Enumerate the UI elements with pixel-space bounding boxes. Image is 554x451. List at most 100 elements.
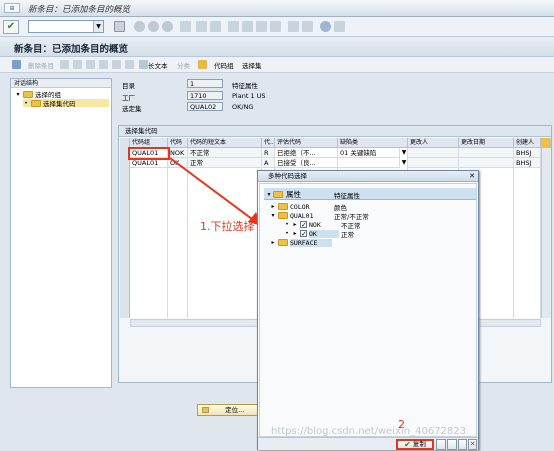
directory-field: 1 — [187, 79, 223, 88]
watermark: https://blog.csdn.net/weixin_40672823 — [271, 426, 467, 437]
tree-node-qual01[interactable]: ▾ QUAL01 正常/不正常 — [270, 211, 470, 221]
select-block-icon[interactable] — [112, 60, 121, 69]
annotation-step1: 1.下拉选择 — [200, 220, 255, 233]
ok-checkbox[interactable]: ✓ — [300, 230, 307, 238]
table-vertical-scrollbar[interactable] — [541, 148, 551, 318]
edit-icon[interactable] — [12, 60, 21, 69]
help-icon[interactable] — [320, 21, 331, 32]
tree-node-color[interactable]: ▸ COLOR 颜色 — [270, 202, 470, 212]
long-text-button[interactable]: 长文本 — [148, 60, 168, 70]
expand-icon[interactable]: ▾ — [270, 212, 276, 219]
nav-item-label: 选择集代码 — [43, 100, 76, 108]
table-column — [514, 148, 541, 318]
column-header[interactable]: 代码 — [168, 138, 188, 148]
table-title: 选择集代码 — [119, 126, 551, 137]
code-group-icon[interactable] — [198, 60, 207, 69]
nav-item-select-set-codes[interactable]: • 选择集代码 — [23, 99, 109, 108]
column-header[interactable]: 代... — [262, 138, 275, 148]
column-header[interactable]: 代码的短文本 — [188, 138, 262, 148]
directory-desc: 特征属性 — [232, 82, 258, 90]
folder-icon — [31, 99, 41, 107]
copy-button[interactable]: ✔ 复制 — [396, 439, 434, 450]
tree-node-code: COLOR — [290, 202, 310, 211]
select-set-button[interactable]: 选择集 — [242, 60, 262, 70]
expand-icon[interactable]: ▾ — [15, 91, 21, 98]
multiple-code-selection-dialog: 多种代码选择 ✕ ▾ 属性 特征属性 ▸ COLOR 颜色 ▾ QUAL01 正… — [257, 170, 479, 450]
table-cell — [459, 148, 514, 158]
select-all-icon[interactable] — [99, 60, 108, 69]
close-icon[interactable]: ✕ — [469, 171, 475, 182]
save-icon[interactable] — [114, 21, 125, 32]
directory-label: 目录 — [122, 82, 135, 90]
chevron-down-icon[interactable]: ▼ — [400, 149, 408, 157]
collapsed-icon[interactable]: ▸ — [270, 203, 276, 210]
table-cell[interactable]: 已拒绝（不... — [275, 148, 338, 158]
table-cell[interactable] — [338, 158, 400, 168]
chevron-down-icon[interactable]: ▼ — [93, 21, 103, 32]
tree-node-code: OK — [309, 229, 339, 238]
deselect-all-icon[interactable] — [447, 439, 457, 450]
row-selector-column[interactable] — [120, 138, 130, 318]
copy-button-label: 复制 — [412, 440, 426, 448]
position-button-label: 定位... — [225, 406, 245, 414]
column-header[interactable]: 创建人 — [514, 138, 541, 148]
first-page-icon[interactable] — [228, 21, 239, 32]
folder-icon — [278, 239, 288, 246]
dialog-tree-area: ▾ 属性 特征属性 ▸ COLOR 颜色 ▾ QUAL01 正常/不正常 • ▸… — [259, 183, 477, 437]
enter-button[interactable]: ✔ — [3, 20, 19, 34]
exit-icon[interactable] — [148, 21, 159, 32]
chevron-down-icon[interactable]: ▼ — [400, 159, 408, 167]
new-session-icon[interactable] — [288, 21, 299, 32]
dialog-titlebar: 多种代码选择 ✕ — [258, 171, 478, 182]
collapsed-icon[interactable]: ▸ — [292, 230, 298, 237]
window-title: 新条目：已添加条目的概览 — [28, 5, 131, 15]
table-settings-icon[interactable] — [541, 138, 551, 148]
plant-desc: Plant 1 US — [232, 92, 266, 100]
collapsed-icon[interactable]: ▸ — [270, 239, 276, 246]
cancel-icon[interactable]: ✕ — [468, 439, 477, 450]
next-page-icon[interactable] — [256, 21, 267, 32]
selected-set-desc: OK/NG — [232, 103, 254, 111]
select-all-icon[interactable] — [436, 439, 446, 450]
table-cell: BHSJ — [514, 158, 541, 168]
print-icon[interactable] — [180, 21, 191, 32]
find-icon[interactable] — [196, 21, 207, 32]
copy-icon[interactable] — [60, 60, 69, 69]
bullet-icon: • — [285, 230, 289, 237]
column-header[interactable]: 更改人 — [408, 138, 459, 148]
back-icon[interactable] — [134, 21, 145, 32]
delete-icon[interactable] — [73, 60, 82, 69]
tree-node-code: QUAL01 — [290, 211, 314, 220]
collapsed-icon[interactable]: ▸ — [292, 221, 298, 228]
expand-all-icon[interactable] — [458, 439, 467, 450]
prev-page-icon[interactable] — [242, 21, 253, 32]
tree-node-nok[interactable]: • ▸ ✓ NOK 不正常 — [284, 220, 470, 230]
shortcut-icon[interactable] — [302, 21, 313, 32]
expand-icon[interactable]: ▾ — [266, 191, 272, 198]
dialog-footer: ✔ 复制 ✕ — [258, 437, 478, 450]
category-button[interactable]: 分类 — [177, 60, 190, 70]
table-cell[interactable]: 已接受（良... — [275, 158, 338, 168]
undo-icon[interactable] — [86, 60, 95, 69]
command-field[interactable]: ▼ — [28, 20, 104, 33]
nav-item-selected-groups[interactable]: ▾ 选择的组 — [15, 90, 61, 99]
application-toolbar: 删除条目 长文本 分类 代码组 选择集 — [0, 57, 554, 73]
tree-node-ok[interactable]: • ▸ ✓ OK 正常 — [284, 229, 470, 239]
nok-checkbox[interactable]: ✓ — [300, 221, 307, 229]
table-cell — [408, 158, 459, 168]
layout-icon[interactable] — [334, 21, 345, 32]
column-header[interactable]: 缺陷类 — [338, 138, 408, 148]
column-header[interactable]: 评估代码 — [275, 138, 338, 148]
column-header[interactable]: 更改日期 — [459, 138, 514, 148]
tree-node-surface[interactable]: ▸ SURFACE — [270, 238, 470, 247]
table-cell[interactable]: 01 关键缺陷 — [338, 148, 400, 158]
selected-set-field: QUAL02 — [187, 102, 223, 111]
cancel-icon[interactable] — [162, 21, 173, 32]
deselect-icon[interactable] — [125, 60, 134, 69]
find-next-icon[interactable] — [210, 21, 221, 32]
long-text-icon[interactable] — [139, 60, 148, 69]
code-group-button[interactable]: 代码组 — [214, 60, 234, 70]
dialog-structure-header: 对话结构 — [11, 79, 111, 88]
delete-item-button[interactable]: 删除条目 — [28, 60, 54, 70]
last-page-icon[interactable] — [270, 21, 281, 32]
